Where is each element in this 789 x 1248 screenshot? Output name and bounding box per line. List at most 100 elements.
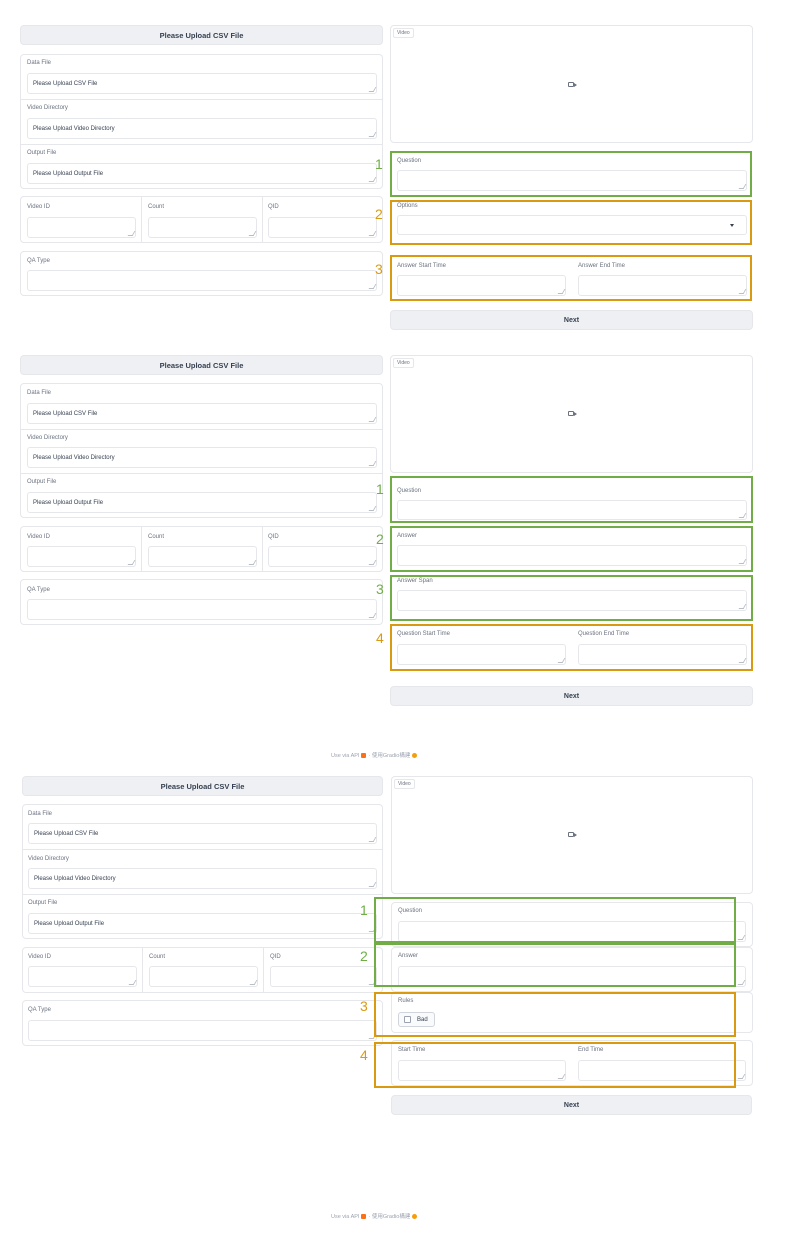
marker-1: 1 <box>360 902 368 918</box>
data-file-field[interactable]: Please Upload CSV File <box>27 73 377 94</box>
count-label: Count <box>148 534 165 540</box>
video-player[interactable]: Video <box>390 25 753 143</box>
footer-separator: · <box>368 1214 371 1220</box>
data-file-field[interactable]: Please Upload CSV File <box>27 403 377 424</box>
output-file-field[interactable]: Please Upload Output File <box>27 163 377 184</box>
footer-1: Use via API · 使用Gradio構建 <box>331 751 419 759</box>
marker-1: 1 <box>376 481 384 497</box>
use-via-api-link[interactable]: Use via API <box>331 753 359 759</box>
video-tag: Video <box>393 28 414 38</box>
video-directory-label: Video Directory <box>27 435 68 441</box>
output-file-label: Output File <box>27 479 57 485</box>
highlight-answer-span <box>390 575 753 621</box>
count-field[interactable] <box>149 966 258 987</box>
qid-label: QID <box>268 534 279 540</box>
rocket-icon <box>361 1214 367 1220</box>
qa-type-field[interactable] <box>27 270 377 291</box>
qa-type-label: QA Type <box>28 1007 51 1013</box>
video-directory-value: Please Upload Video Directory <box>34 875 116 882</box>
upload-csv-button[interactable]: Please Upload CSV File <box>22 776 383 796</box>
highlight-answer <box>374 943 736 987</box>
video-player[interactable]: Video <box>390 355 753 473</box>
use-via-api-link[interactable]: Use via API <box>331 1214 359 1220</box>
highlight-question <box>390 151 752 197</box>
footer-separator: · <box>368 753 371 759</box>
count-label: Count <box>149 954 166 960</box>
output-file-field[interactable]: Please Upload Output File <box>27 492 377 513</box>
highlight-rules <box>374 992 736 1037</box>
data-file-value: Please Upload CSV File <box>33 410 98 417</box>
video-directory-field[interactable]: Please Upload Video Directory <box>27 118 377 139</box>
marker-3: 3 <box>360 998 368 1014</box>
qa-type-label: QA Type <box>27 258 50 264</box>
video-directory-label: Video Directory <box>28 856 69 862</box>
gradio-logo-icon <box>412 753 418 759</box>
qa-type-label: QA Type <box>27 587 50 593</box>
marker-4: 4 <box>376 630 384 646</box>
video-id-label: Video ID <box>27 534 50 540</box>
data-file-value: Please Upload CSV File <box>33 80 98 87</box>
data-file-field[interactable]: Please Upload CSV File <box>28 823 377 844</box>
highlight-time <box>374 1042 736 1088</box>
footer-2: Use via API · 使用Gradio構建 <box>331 1212 419 1220</box>
next-button[interactable]: Next <box>390 686 753 706</box>
output-file-value: Please Upload Output File <box>33 499 104 506</box>
output-file-label: Output File <box>27 150 57 156</box>
data-file-value: Please Upload CSV File <box>34 830 99 837</box>
data-file-label: Data File <box>27 60 52 66</box>
qid-field[interactable] <box>270 966 377 987</box>
video-player[interactable]: Video <box>391 776 753 894</box>
gradio-logo-icon <box>412 1214 418 1220</box>
video-id-field[interactable] <box>27 546 136 567</box>
upload-csv-button[interactable]: Please Upload CSV File <box>20 25 383 45</box>
video-tag: Video <box>394 779 415 789</box>
count-field[interactable] <box>148 217 257 238</box>
video-id-field[interactable] <box>27 217 136 238</box>
output-file-label: Output File <box>28 900 58 906</box>
highlight-options <box>390 200 752 245</box>
qid-field[interactable] <box>268 217 377 238</box>
output-file-value: Please Upload Output File <box>34 920 105 927</box>
video-directory-label: Video Directory <box>27 105 68 111</box>
qa-type-field[interactable] <box>28 1020 377 1041</box>
qid-label: QID <box>268 204 279 210</box>
output-file-value: Please Upload Output File <box>33 170 104 177</box>
camera-icon <box>568 411 577 416</box>
video-id-label: Video ID <box>28 954 51 960</box>
video-id-label: Video ID <box>27 204 50 210</box>
video-tag: Video <box>393 358 414 368</box>
camera-icon <box>568 832 577 837</box>
marker-2: 2 <box>376 531 384 547</box>
video-directory-value: Please Upload Video Directory <box>33 454 115 461</box>
video-directory-field[interactable]: Please Upload Video Directory <box>27 447 377 468</box>
data-file-label: Data File <box>27 390 52 396</box>
marker-3: 3 <box>375 261 383 277</box>
rocket-icon <box>361 753 367 759</box>
next-button[interactable]: Next <box>391 1095 752 1115</box>
upload-csv-button[interactable]: Please Upload CSV File <box>20 355 383 375</box>
video-id-field[interactable] <box>28 966 137 987</box>
count-field[interactable] <box>148 546 257 567</box>
marker-2: 2 <box>375 206 383 222</box>
highlight-answer <box>390 526 753 572</box>
highlight-question-time <box>390 624 753 671</box>
highlight-question <box>390 476 753 523</box>
camera-icon <box>568 82 577 87</box>
marker-4: 4 <box>360 1047 368 1063</box>
built-with-gradio-link[interactable]: 使用Gradio構建 <box>372 1214 411 1220</box>
count-label: Count <box>148 204 165 210</box>
marker-1: 1 <box>375 156 383 172</box>
video-directory-field[interactable]: Please Upload Video Directory <box>28 868 377 889</box>
highlight-question <box>374 897 736 943</box>
qid-label: QID <box>270 954 281 960</box>
output-file-field[interactable]: Please Upload Output File <box>28 913 377 934</box>
marker-3: 3 <box>376 581 384 597</box>
qid-field[interactable] <box>268 546 377 567</box>
marker-2: 2 <box>360 948 368 964</box>
highlight-answer-time <box>390 255 752 301</box>
video-directory-value: Please Upload Video Directory <box>33 125 115 132</box>
next-button[interactable]: Next <box>390 310 753 330</box>
qa-type-field[interactable] <box>27 599 377 620</box>
built-with-gradio-link[interactable]: 使用Gradio構建 <box>372 753 411 759</box>
data-file-label: Data File <box>28 811 53 817</box>
